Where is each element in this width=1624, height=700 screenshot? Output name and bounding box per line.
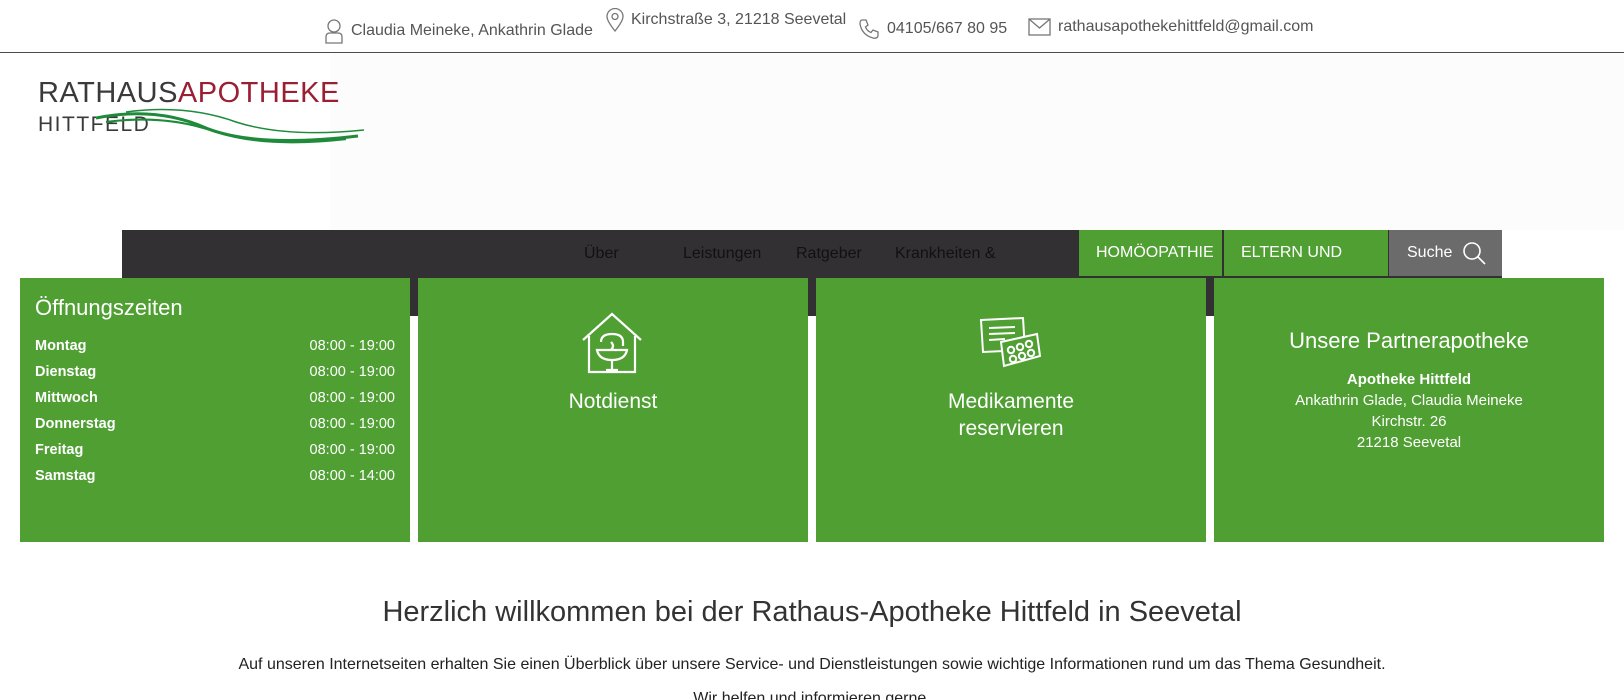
tab-eltern[interactable]: ELTERN UND (1224, 230, 1388, 276)
hours-time: 08:00 - 19:00 (309, 390, 395, 406)
hours-row: Montag 08:00 - 19:00 (35, 338, 395, 354)
reservation-tile[interactable]: Medikamente reservieren (816, 278, 1206, 542)
contact-bar: Claudia Meineke, Ankathrin Glade Kirchst… (0, 0, 1624, 53)
partner-title: Unsere Partnerapotheke (1289, 328, 1529, 353)
nav-item-ratgeber[interactable]: Ratgeber (796, 230, 862, 278)
person-icon (325, 19, 343, 44)
logo-text-rathaus: RATHAUS (38, 77, 178, 109)
logo-swoosh (96, 108, 365, 144)
pharmacy-house-icon (582, 312, 642, 374)
welcome-text: Auf unseren Internetseiten erhalten Sie … (238, 656, 1386, 673)
opening-hours-title: Öffnungszeiten (35, 295, 183, 320)
welcome-heading: Herzlich willkommen bei der Rathaus-Apot… (382, 596, 1242, 628)
hours-day: Dienstag (35, 364, 97, 380)
address-item: Kirchstraße 3, 21218 Seevetal (606, 8, 846, 32)
owners-text: Claudia Meineke, Ankathrin Glade (351, 22, 593, 39)
notdienst-title: Notdienst (568, 390, 658, 413)
hours-time: 08:00 - 14:00 (309, 468, 395, 484)
partner-tile[interactable]: Unsere Partnerapotheke Apotheke Hittfeld… (1214, 278, 1604, 542)
search-label: Suche (1407, 244, 1453, 261)
notdienst-tile[interactable]: Notdienst (418, 278, 808, 542)
address-text: Kirchstraße 3, 21218 Seevetal (631, 11, 847, 28)
hours-row: Dienstag 08:00 - 19:00 (35, 364, 395, 380)
phone-icon (859, 19, 879, 39)
hours-day: Mittwoch (35, 390, 98, 406)
hours-time: 08:00 - 19:00 (309, 442, 395, 458)
nav-item-leistungen[interactable]: Leistungen (683, 230, 761, 278)
search-button[interactable]: Suche (1389, 230, 1502, 276)
tab-homoeopathie[interactable]: HOMÖOPATHIE (1079, 230, 1222, 276)
hours-day: Samstag (35, 468, 96, 484)
hours-day: Montag (35, 338, 87, 354)
logo-text-apotheke: APOTHEKE (177, 77, 340, 109)
phone-text: 04105/667 80 95 (887, 20, 1008, 37)
partner-owners: Ankathrin Glade, Claudia Meineke (1295, 392, 1523, 409)
nav-item-ueber[interactable]: Über (584, 230, 619, 278)
hours-time: 08:00 - 19:00 (309, 364, 395, 380)
logo[interactable]: RATHAUSAPOTHEKE HITTFELD (36, 77, 365, 148)
envelope-icon (1028, 18, 1051, 36)
partner-street: Kirchstr. 26 (1371, 413, 1447, 430)
hours-time: 08:00 - 19:00 (309, 416, 395, 432)
owners-item: Claudia Meineke, Ankathrin Glade (324, 18, 593, 44)
hours-row: Freitag 08:00 - 19:00 (35, 442, 395, 458)
email-item[interactable]: rathausapothekehittfeld@gmail.com (1028, 18, 1314, 36)
nav-item-krankheiten[interactable]: Krankheiten & (895, 230, 996, 278)
medication-icon (979, 316, 1041, 368)
partner-city: 21218 Seevetal (1356, 434, 1462, 451)
hours-day: Freitag (35, 442, 84, 458)
opening-hours-tile: Öffnungszeiten Montag 08:00 - 19:00 Dien… (20, 278, 410, 542)
hours-row: Samstag 08:00 - 14:00 (35, 468, 395, 484)
reservation-title-line1: Medikamente (947, 390, 1075, 413)
hours-time: 08:00 - 19:00 (309, 338, 395, 354)
header-background (330, 54, 1624, 230)
hours-day: Donnerstag (35, 416, 116, 432)
search-icon (1463, 242, 1486, 265)
map-pin-icon (606, 8, 624, 32)
welcome-text-2: Wir helfen und informieren gerne. (693, 690, 931, 700)
reservation-title-line2: reservieren (958, 417, 1064, 440)
email-text: rathausapothekehittfeld@gmail.com (1058, 18, 1314, 35)
phone-item[interactable]: 04105/667 80 95 (858, 18, 1007, 40)
partner-name: Apotheke Hittfeld (1346, 371, 1472, 388)
hours-row: Mittwoch 08:00 - 19:00 (35, 390, 395, 406)
hours-row: Donnerstag 08:00 - 19:00 (35, 416, 395, 432)
